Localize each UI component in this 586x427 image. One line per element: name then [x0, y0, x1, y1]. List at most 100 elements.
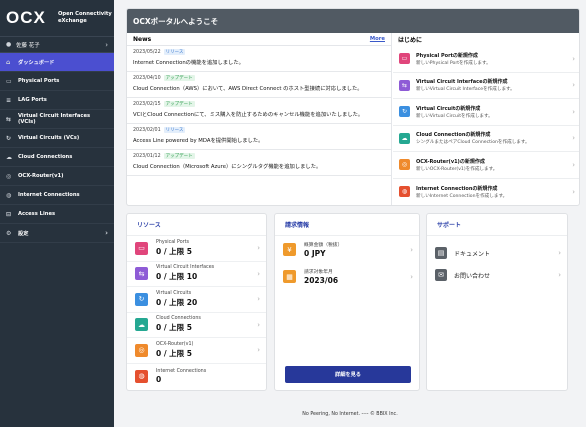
physical-port-icon: ▭	[135, 241, 148, 255]
news-header: News More	[127, 33, 391, 46]
chevron-right-icon: ›	[257, 346, 260, 355]
billing-value: 2023/06	[304, 276, 339, 285]
calendar-icon: ▦	[283, 270, 296, 283]
resource-physical-ports[interactable]: ▭ Physical Ports 0 / 上限 5 ›	[127, 236, 266, 262]
sidebar-item-cloud-connections[interactable]: ☁ Cloud Connections	[0, 148, 114, 167]
vc-icon: ↻	[135, 292, 148, 306]
access-line-icon: ⊟	[6, 210, 12, 218]
news-date: 2023/01/12	[133, 153, 161, 159]
sidebar-item-vcs[interactable]: ↻ Virtual Circuits (VCs)	[0, 129, 114, 148]
vci-icon: ⇆	[135, 267, 148, 281]
sidebar-item-label: Access Lines	[18, 211, 56, 217]
create-internet-connection-item[interactable]: ◍ Internet Connectionの新規作成 新しいInternet Co…	[393, 179, 579, 206]
resource-name: Virtual Circuit Interfaces	[156, 265, 215, 271]
billing-period[interactable]: ▦ 請求対象年月 2023/06 ›	[275, 263, 419, 290]
billing-card: 請求情報 ¥ 概算金額（税抜） 0 JPY › ▦ 請求対象年月 2023/06 ›…	[274, 213, 420, 391]
chevron-right-icon: ›	[257, 244, 260, 253]
sidebar-item-ocx-router[interactable]: ◎ OCX-Router(v1)	[0, 167, 114, 186]
billing-name: 請求対象年月	[304, 270, 333, 275]
chevron-right-icon: ›	[558, 249, 561, 257]
support-item-label: ドキュメント	[454, 250, 491, 258]
resource-text: Virtual Circuit Interfaces 0 / 上限 10	[156, 265, 257, 282]
billing-text: 概算金額（税抜） 0 JPY	[304, 241, 410, 258]
start-item-title: Virtual Circuit Interfaceの新規作成	[416, 79, 508, 86]
start-item-title: Virtual Circuitの新規作成	[416, 105, 481, 112]
welcome-title: OCXポータルへようこそ	[127, 9, 579, 33]
resource-vcis[interactable]: ⇆ Virtual Circuit Interfaces 0 / 上限 10 ›	[127, 262, 266, 287]
home-icon: ⌂	[6, 58, 11, 66]
news-item[interactable]: 2023/01/12 アップデート Cloud Connection（Micros…	[127, 150, 391, 176]
chevron-right-icon: ›	[105, 40, 108, 49]
support-title: サポート	[427, 214, 567, 236]
news-item[interactable]: 2023/04/10 アップデート Cloud Connection（AWS）にお…	[127, 72, 391, 98]
chevron-right-icon: ›	[105, 229, 108, 237]
support-item-label: お問い合わせ	[454, 272, 491, 280]
internet-icon: ◍	[135, 369, 148, 383]
news-item[interactable]: 2023/02/01 リリース Access Line powered by MD…	[127, 124, 391, 150]
create-vci-item[interactable]: ⇆ Virtual Circuit Interfaceの新規作成 新しいVirtu…	[393, 73, 579, 99]
start-item-text: Virtual Circuitの新規作成 新しいVirtual Circuitを作…	[416, 105, 572, 119]
create-cloud-connection-item[interactable]: ☁ Cloud Connectionの新規作成 シングルまたはペアCloud Co…	[393, 126, 579, 152]
router-icon: ◎	[135, 343, 148, 357]
sidebar-item-dashboard[interactable]: ⌂ ダッシュボード	[0, 53, 114, 72]
sidebar-item-physical-ports[interactable]: ▭ Physical Ports	[0, 72, 114, 91]
resource-text: Internet Connections 0	[156, 369, 260, 384]
resource-ocx-router[interactable]: ◎ OCX-Router(v1) 0 / 上限 5 ›	[127, 338, 266, 364]
resource-cloud-connections[interactable]: ☁ Cloud Connections 0 / 上限 5 ›	[127, 313, 266, 338]
vci-icon: ⇆	[399, 79, 410, 91]
more-link[interactable]: More	[370, 36, 385, 42]
chevron-right-icon: ›	[257, 269, 260, 278]
billing-details-button[interactable]: 詳細を見る	[285, 366, 411, 383]
vc-icon: ↻	[399, 106, 410, 118]
resource-vcs[interactable]: ↻ Virtual Circuits 0 / 上限 20 ›	[127, 287, 266, 313]
billing-estimated-amount[interactable]: ¥ 概算金額（税抜） 0 JPY ›	[275, 236, 419, 263]
news-date: 2023/02/01	[133, 127, 161, 133]
logo-mark: OCX	[6, 8, 46, 27]
sidebar-item-label: Virtual Circuits (VCs)	[18, 135, 80, 141]
news-item[interactable]: 2023/02/15 アップデート VCIとCloud Connectionにて、…	[127, 98, 391, 124]
news-section: News More 2023/05/22 リリース Internet Connec…	[127, 33, 392, 205]
create-physical-port-item[interactable]: ▭ Physical Portの新規作成 新しいPhysical Portを作成し…	[393, 46, 579, 73]
user-menu[interactable]: ● 佐藤 花子 ›	[0, 36, 114, 53]
internet-icon: ◍	[399, 186, 410, 198]
news-text: Cloud Connection（AWS）において、AWS Direct Con…	[133, 86, 363, 92]
chevron-right-icon: ›	[572, 160, 575, 169]
news-item[interactable]: 2023/05/22 リリース Internet Connectionの機能を追加…	[127, 46, 391, 72]
start-item-title: Internet Connectionの新規作成	[416, 185, 498, 192]
create-vc-item[interactable]: ↻ Virtual Circuitの新規作成 新しいVirtual Circuit…	[393, 99, 579, 126]
resource-text: OCX-Router(v1) 0 / 上限 5	[156, 342, 257, 359]
document-icon: ▤	[435, 247, 447, 259]
sidebar-item-vcis[interactable]: ⇆ Virtual Circuit Interfaces (VCIs)	[0, 110, 114, 129]
sidebar-item-label: Virtual Circuit Interfaces (VCIs)	[18, 113, 91, 125]
logo-subtitle: Open Connectivity eXchange	[58, 11, 112, 25]
sidebar-item-label: Internet Connections	[18, 192, 80, 198]
support-contact[interactable]: ✉ お問い合わせ ›	[427, 264, 567, 286]
sidebar-item-lag-ports[interactable]: ≡ LAG Ports	[0, 91, 114, 110]
cloud-icon: ☁	[135, 318, 148, 332]
getting-started-section: はじめに ▭ Physical Portの新規作成 新しいPhysical Por…	[393, 33, 579, 206]
news-tag: リリース	[163, 127, 186, 133]
lag-icon: ≡	[6, 96, 12, 104]
start-item-desc: 新しいOCX-Router(v1)を作成します。	[416, 166, 498, 172]
sidebar-item-label: LAG Ports	[18, 97, 47, 103]
create-ocx-router-item[interactable]: ◎ OCX-Router(v1)の新規作成 新しいOCX-Router(v1)を作…	[393, 152, 579, 179]
start-item-text: Virtual Circuit Interfaceの新規作成 新しいVirtual…	[416, 78, 572, 92]
sidebar-item-internet-connections[interactable]: ◍ Internet Connections	[0, 186, 114, 205]
chevron-right-icon: ›	[410, 272, 413, 281]
chevron-right-icon: ›	[572, 54, 575, 63]
news-text: VCIとCloud Connectionにて、ミス購入を防止するためのキャンセル…	[133, 112, 364, 118]
resource-internet-connections[interactable]: ◍ Internet Connections 0	[127, 364, 266, 390]
support-documentation[interactable]: ▤ ドキュメント ›	[427, 242, 567, 264]
vci-icon: ⇆	[6, 115, 12, 123]
invoice-icon: ¥	[283, 243, 296, 256]
sidebar-item-access-lines[interactable]: ⊟ Access Lines	[0, 205, 114, 224]
chevron-right-icon: ›	[572, 187, 575, 196]
resource-value: 0 / 上限 5	[156, 323, 193, 333]
start-item-text: Internet Connectionの新規作成 新しいInternet Conn…	[416, 185, 572, 199]
resource-value: 0 / 上限 10	[156, 272, 198, 282]
chevron-right-icon: ›	[572, 107, 575, 116]
sidebar-item-settings[interactable]: ⚙ 設定 ›	[0, 224, 114, 243]
logo[interactable]: OCX Open Connectivity eXchange	[0, 0, 114, 36]
news-meta: 2023/02/01 リリース	[133, 127, 385, 133]
resource-name: Virtual Circuits	[156, 290, 192, 296]
